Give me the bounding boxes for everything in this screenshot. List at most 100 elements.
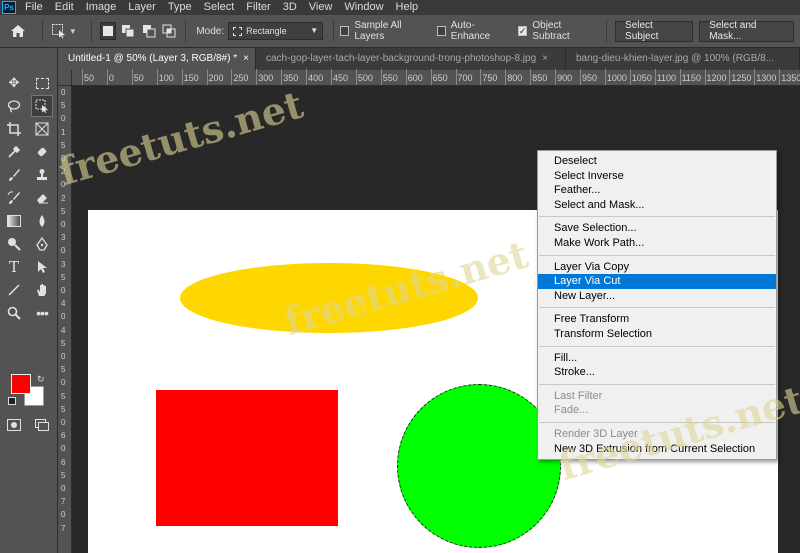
blur-tool-icon[interactable]	[31, 210, 53, 232]
ruler-tick-label: 0	[61, 154, 66, 163]
eyedropper-tool-icon[interactable]	[3, 141, 25, 163]
context-menu-item-make-work-path[interactable]: Make Work Path...	[538, 236, 776, 251]
quick-mask-icon[interactable]	[3, 414, 25, 436]
zoom-tool-icon[interactable]	[3, 302, 25, 324]
ruler-tick-label: 950	[582, 73, 598, 83]
ruler-tick-label: 3	[61, 233, 66, 243]
swap-colors-icon[interactable]: ↻	[37, 374, 45, 385]
ruler-tick-label: 1350	[781, 73, 800, 83]
brush-tool-icon[interactable]	[3, 164, 25, 186]
type-tool-icon[interactable]: T	[3, 256, 25, 278]
ruler-tick-label: 0	[61, 312, 66, 322]
lasso-tool-icon[interactable]	[3, 95, 25, 117]
menu-image[interactable]: Image	[80, 0, 123, 15]
context-menu-item-deselect[interactable]: Deselect	[538, 154, 776, 169]
screen-mode-icon[interactable]	[31, 414, 53, 436]
auto-enhance-checkbox[interactable]: Auto-Enhance	[436, 20, 508, 42]
ruler-tick-label: 1000	[606, 73, 627, 83]
context-menu-item-transform-selection[interactable]: Transform Selection	[538, 327, 776, 342]
foreground-color-swatch[interactable]	[11, 374, 31, 394]
ruler-tick-mark	[530, 69, 532, 85]
red-rectangle-shape	[156, 390, 338, 526]
ruler-tick-label: 400	[308, 73, 324, 83]
mode-label: Mode:	[196, 25, 225, 37]
ruler-tick-mark	[256, 69, 258, 85]
pen-tool-icon[interactable]	[31, 233, 53, 255]
close-icon[interactable]: ×	[542, 53, 548, 64]
ruler-tick-label: 750	[482, 73, 498, 83]
ruler-tick-label: 0	[61, 88, 66, 97]
context-menu-item-layer-via-copy[interactable]: Layer Via Copy	[538, 260, 776, 275]
frame-tool-icon[interactable]	[31, 118, 53, 140]
history-brush-tool-icon[interactable]	[3, 187, 25, 209]
mode-select[interactable]: Rectangle ▼	[228, 22, 324, 40]
context-menu-item-stroke[interactable]: Stroke...	[538, 365, 776, 380]
ruler-tick-label: 5	[61, 140, 66, 150]
ruler-tick-label: 450	[333, 73, 349, 83]
context-menu-item-free-transform[interactable]: Free Transform	[538, 312, 776, 327]
horizontal-ruler: 50 0 50 100 150 200 250 300 350 400 450 500 550 600 65…	[72, 69, 800, 86]
default-colors-icon[interactable]	[8, 397, 16, 405]
ruler-tick-mark	[355, 69, 357, 85]
context-menu-item-new-3d-extrusion-from-current-selection[interactable]: New 3D Extrusion from Current Selection	[538, 442, 776, 457]
context-menu-item-select-inverse[interactable]: Select Inverse	[538, 169, 776, 184]
healing-brush-tool-icon[interactable]	[31, 141, 53, 163]
object-selection-tool-icon[interactable]	[49, 20, 69, 42]
sample-all-layers-checkbox[interactable]: Sample All Layers	[340, 20, 426, 42]
subtract-from-selection-icon[interactable]	[141, 22, 157, 40]
ruler-tick-label: 50	[133, 73, 144, 83]
line-tool-icon[interactable]	[3, 279, 25, 301]
ruler-tick-label: 1050	[631, 73, 652, 83]
context-menu-item-select-and-mask[interactable]: Select and Mask...	[538, 198, 776, 213]
tab-bang-dieu-khien-layer[interactable]: bang-dieu-khien-layer.jpg @ 100% (RGB/8.…	[566, 48, 800, 70]
menu-select[interactable]: Select	[198, 0, 241, 15]
menu-view[interactable]: View	[303, 0, 339, 15]
ruler-tick-label: 0	[61, 444, 66, 454]
eraser-tool-icon[interactable]	[31, 187, 53, 209]
close-icon[interactable]: ×	[243, 53, 249, 64]
menu-window[interactable]: Window	[338, 0, 389, 15]
menu-filter[interactable]: Filter	[240, 0, 276, 15]
ruler-tick-mark	[405, 69, 407, 85]
select-and-mask-button[interactable]: Select and Mask...	[699, 20, 794, 42]
context-menu-item-save-selection[interactable]: Save Selection...	[538, 221, 776, 236]
select-subject-button[interactable]: Select Subject	[615, 20, 694, 42]
menu-3d[interactable]: 3D	[277, 0, 303, 15]
menu-edit[interactable]: Edit	[49, 0, 80, 15]
divider	[42, 20, 43, 42]
divider	[185, 20, 187, 42]
new-selection-icon[interactable]	[99, 22, 117, 40]
path-selection-tool-icon[interactable]	[31, 256, 53, 278]
chevron-down-icon[interactable]: ▼	[69, 27, 77, 36]
more-tools-icon[interactable]: •••	[31, 302, 53, 324]
context-menu-item-layer-via-cut[interactable]: Layer Via Cut	[538, 274, 776, 289]
hand-tool-icon[interactable]	[31, 279, 53, 301]
menu-file[interactable]: File	[19, 0, 49, 15]
object-selection-tool-icon[interactable]	[31, 95, 53, 117]
home-icon[interactable]	[8, 20, 28, 42]
context-menu-item-new-layer[interactable]: New Layer...	[538, 289, 776, 304]
ruler-tick-mark	[430, 69, 432, 85]
crop-tool-icon[interactable]	[3, 118, 25, 140]
dodge-tool-icon[interactable]	[3, 233, 25, 255]
menu-help[interactable]: Help	[390, 0, 425, 15]
context-menu-item-feather[interactable]: Feather...	[538, 183, 776, 198]
rectangular-marquee-tool-icon[interactable]	[31, 72, 53, 94]
intersect-selection-icon[interactable]	[161, 22, 177, 40]
tab-untitled-1[interactable]: Untitled-1 @ 50% (Layer 3, RGB/8#) * ×	[58, 48, 256, 70]
menu-type[interactable]: Type	[162, 0, 198, 15]
object-subtract-checkbox[interactable]: ✓ Object Subtract	[517, 20, 594, 42]
clone-stamp-tool-icon[interactable]	[31, 164, 53, 186]
ruler-tick-label: 0	[61, 286, 66, 295]
add-to-selection-icon[interactable]	[120, 22, 136, 40]
menu-layer[interactable]: Layer	[122, 0, 162, 15]
tab-cach-gop-layer[interactable]: cach-gop-layer-tach-layer-background-tro…	[256, 48, 566, 70]
gradient-tool-icon[interactable]	[3, 210, 25, 232]
menu-separator	[539, 345, 775, 347]
ruler-tick-label: 5	[61, 338, 66, 348]
chevron-down-icon: ▼	[310, 26, 319, 35]
tools-panel: ✥ T ••• ↻	[0, 48, 58, 553]
context-menu-item-fill[interactable]: Fill...	[538, 351, 776, 366]
ruler-tick-mark	[380, 69, 382, 85]
move-tool-icon[interactable]: ✥	[3, 72, 25, 94]
